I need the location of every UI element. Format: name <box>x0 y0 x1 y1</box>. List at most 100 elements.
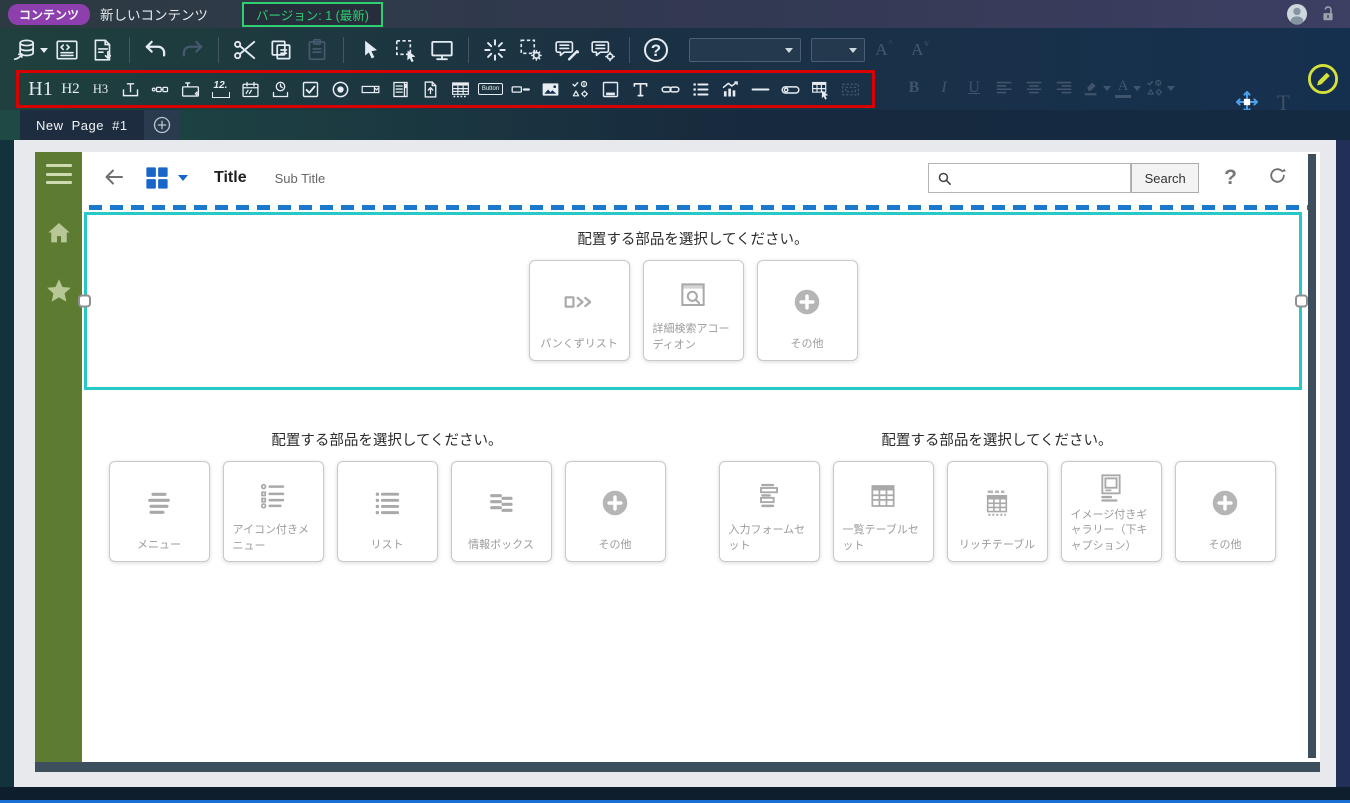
page-tab[interactable]: New Page #1 <box>20 110 144 140</box>
pill-element-button[interactable] <box>777 75 804 103</box>
copy-icon <box>268 37 294 63</box>
save-content-dropdown-button[interactable] <box>12 34 48 66</box>
select-tool-button[interactable] <box>353 34 387 66</box>
reload-button[interactable] <box>1267 165 1288 191</box>
card-other[interactable]: その他 <box>756 260 858 361</box>
card-other[interactable]: その他 <box>1174 461 1276 562</box>
underline-button[interactable]: U <box>961 75 987 101</box>
help-button[interactable]: ? <box>639 34 673 66</box>
font-size-select[interactable] <box>811 38 865 62</box>
checkbox-button[interactable] <box>297 75 324 103</box>
link-element-button[interactable] <box>657 75 684 103</box>
date-field-button[interactable] <box>237 75 264 103</box>
preview-display-button[interactable] <box>425 34 459 66</box>
select-area-button[interactable] <box>389 34 423 66</box>
card-menu[interactable]: メニュー <box>108 461 210 562</box>
card-image-gallery-bottom-caption[interactable]: イメージ付きギャラリー（下キャプション） <box>1060 461 1162 562</box>
align-right-button[interactable] <box>1051 75 1077 101</box>
card-list[interactable]: リスト <box>336 461 438 562</box>
align-center-button[interactable] <box>1021 75 1047 101</box>
horizontal-scrollbar[interactable] <box>35 762 1320 772</box>
card-detail-search-accordion[interactable]: 詳細検索アコーディオン <box>642 260 744 361</box>
area-settings-button[interactable] <box>514 34 548 66</box>
card-breadcrumb-list[interactable]: パンくずリスト <box>528 260 630 361</box>
list-box-button[interactable] <box>387 75 414 103</box>
layout-grid-dropdown-button[interactable] <box>142 163 188 193</box>
time-field-button[interactable] <box>267 75 294 103</box>
chart-icon <box>720 79 741 100</box>
resize-handle-left[interactable] <box>78 294 91 308</box>
highlight-color-button[interactable] <box>1081 75 1111 101</box>
undo-button[interactable] <box>139 34 173 66</box>
card-other[interactable]: その他 <box>564 461 666 562</box>
cut-button[interactable] <box>228 34 262 66</box>
back-button[interactable] <box>102 165 128 191</box>
file-upload-button[interactable] <box>417 75 444 103</box>
font-color-button[interactable]: A <box>1115 75 1141 101</box>
number-field-button[interactable]: 12. <box>207 75 234 103</box>
image-component-button[interactable] <box>537 75 564 103</box>
page-help-button[interactable]: ? <box>1224 166 1237 190</box>
radio-button-button[interactable] <box>327 75 354 103</box>
text-input-field-button[interactable] <box>117 75 144 103</box>
bold-button[interactable]: B <box>901 75 927 101</box>
align-left-button[interactable] <box>991 75 1017 101</box>
add-page-button[interactable] <box>143 110 180 140</box>
back-arrow-icon <box>102 165 126 189</box>
card-input-form-set[interactable]: 入力フォームセット <box>718 461 820 562</box>
card-info-box[interactable]: 情報ボックス <box>450 461 552 562</box>
list-element-button[interactable] <box>687 75 714 103</box>
page-preview: Title Sub Title Search ? 配置する部品を選択してください… <box>35 152 1320 762</box>
horizontal-rule-button[interactable] <box>747 75 774 103</box>
comment-edit-button[interactable] <box>550 34 584 66</box>
refresh-render-button[interactable] <box>478 34 512 66</box>
status-icons-button[interactable] <box>567 75 594 103</box>
copy-button[interactable] <box>264 34 298 66</box>
cursor-icon <box>357 37 383 63</box>
heading2-button[interactable]: H2 <box>57 75 84 103</box>
panel-component-button[interactable] <box>597 75 624 103</box>
dashed-area-button[interactable] <box>837 75 864 103</box>
source-view-button[interactable] <box>50 34 84 66</box>
selected-drop-region[interactable]: 配置する部品を選択してください。 パンくずリスト 詳細検索アコーディオン その他 <box>78 205 1316 390</box>
status-icon-dropdown-button[interactable] <box>1145 75 1175 101</box>
resize-handle-right[interactable] <box>1295 294 1308 308</box>
chart-element-button[interactable] <box>717 75 744 103</box>
home-nav-button[interactable] <box>44 218 74 253</box>
heading1-button[interactable]: H1 <box>27 75 54 103</box>
placement-section-left: 配置する部品を選択してください。 メニュー アイコン付きメニュー リスト 情報ボ… <box>82 416 692 562</box>
table-component-button[interactable] <box>447 75 474 103</box>
select-box-button[interactable] <box>357 75 384 103</box>
favorite-nav-button[interactable] <box>43 275 75 312</box>
card-label: アイコン付きメニュー <box>232 524 309 552</box>
search-input[interactable] <box>958 170 1131 186</box>
unlock-icon[interactable] <box>1318 4 1338 24</box>
font-family-select[interactable] <box>689 38 801 62</box>
italic-button[interactable]: I <box>931 75 957 101</box>
paste-button[interactable] <box>300 34 334 66</box>
vertical-scrollbar[interactable] <box>1308 154 1316 758</box>
font-decrease-button[interactable]: Av <box>903 34 937 66</box>
edit-mode-toggle-button[interactable] <box>1306 62 1340 101</box>
page-tab-label: New Page #1 <box>36 117 128 133</box>
heading3-button[interactable]: H3 <box>87 75 114 103</box>
card-list-table-set[interactable]: 一覧テーブルセット <box>832 461 934 562</box>
export-sheet-button[interactable] <box>86 34 120 66</box>
comment-settings-button[interactable] <box>586 34 620 66</box>
link-field-button[interactable] <box>147 75 174 103</box>
search-button[interactable]: Search <box>1131 163 1200 193</box>
text-element-button[interactable] <box>627 75 654 103</box>
toggle-component-button[interactable] <box>507 75 534 103</box>
burst-icon <box>482 37 508 63</box>
user-avatar-icon[interactable] <box>1285 2 1309 26</box>
table-insert-button[interactable] <box>807 75 834 103</box>
card-rich-table[interactable]: リッチテーブル <box>946 461 1048 562</box>
button-component-button[interactable]: Button <box>477 75 504 103</box>
textarea-button[interactable] <box>177 75 204 103</box>
redo-button[interactable] <box>175 34 209 66</box>
font-increase-button[interactable]: A ^ <box>867 34 901 66</box>
search-box <box>928 163 1132 193</box>
card-icon-menu[interactable]: アイコン付きメニュー <box>222 461 324 562</box>
placement-prompt: 配置する部品を選択してください。 <box>577 232 809 248</box>
hamburger-menu-button[interactable] <box>45 164 72 184</box>
